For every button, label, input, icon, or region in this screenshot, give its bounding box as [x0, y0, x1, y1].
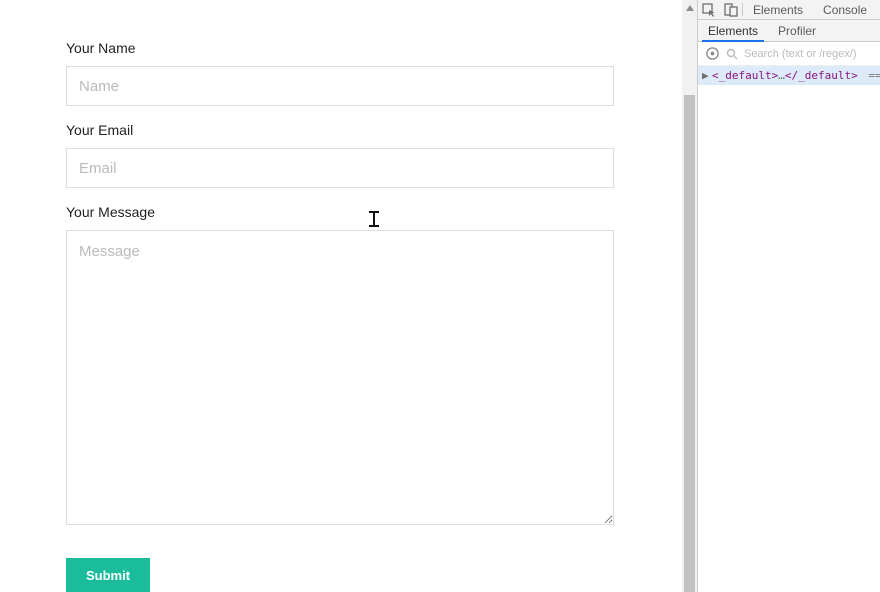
email-group: Your Email — [66, 122, 631, 188]
name-group: Your Name — [66, 40, 631, 106]
component-tree-row[interactable]: ▶<_default>…</_default> == $r — [698, 66, 880, 85]
tab-react-profiler[interactable]: Profiler — [768, 20, 826, 41]
email-input[interactable] — [66, 148, 614, 188]
expand-triangle-icon[interactable]: ▶ — [702, 69, 712, 82]
devtools-top-toolbar: Elements Console — [698, 0, 880, 20]
tree-node-suffix: == $r — [858, 69, 880, 82]
vertical-scrollbar[interactable] — [682, 0, 697, 592]
inspect-element-icon[interactable] — [698, 0, 720, 19]
email-label: Your Email — [66, 122, 631, 138]
tab-react-elements[interactable]: Elements — [698, 20, 768, 41]
message-textarea[interactable] — [66, 230, 614, 525]
main-panel: Your Name Your Email Your Message Submit — [0, 0, 697, 592]
scrollbar-thumb[interactable] — [684, 95, 695, 592]
devtools-search-input[interactable] — [744, 48, 864, 60]
contact-form: Your Name Your Email Your Message Submit — [0, 0, 697, 592]
name-label: Your Name — [66, 40, 631, 56]
name-input[interactable] — [66, 66, 614, 106]
device-toggle-icon[interactable] — [720, 0, 742, 19]
message-label: Your Message — [66, 204, 631, 220]
message-group: Your Message — [66, 204, 631, 528]
submit-button[interactable]: Submit — [66, 558, 150, 592]
devtools-panel: Elements Console Elements Profiler ▶<_de… — [697, 0, 880, 592]
devtools-secondary-toolbar: Elements Profiler — [698, 20, 880, 42]
devtools-search-bar — [698, 42, 880, 66]
tab-console-top[interactable]: Console — [813, 0, 877, 19]
scroll-up-arrow-icon[interactable] — [682, 0, 697, 15]
search-icon — [726, 48, 738, 60]
pick-element-icon[interactable] — [704, 46, 720, 62]
tree-close-tag: _default — [798, 69, 851, 82]
tree-open-tag: _default — [719, 69, 772, 82]
tab-elements-top[interactable]: Elements — [743, 0, 813, 19]
